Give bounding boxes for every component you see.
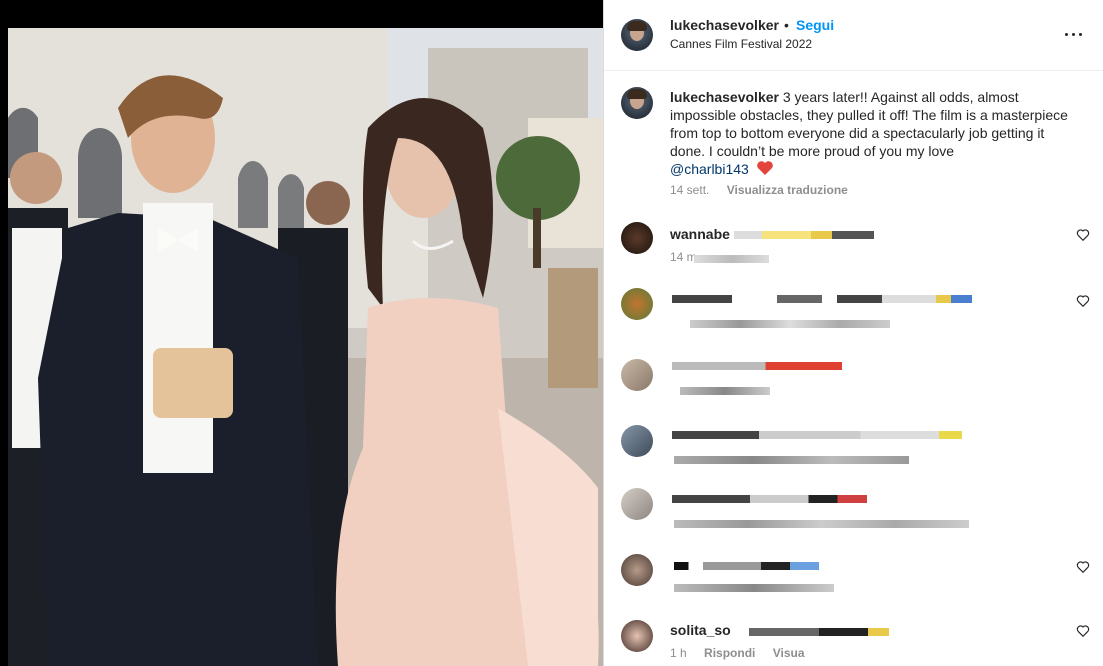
caption-avatar[interactable] bbox=[621, 87, 653, 119]
more-horizontal-icon[interactable] bbox=[1064, 24, 1084, 44]
pixelated-comment-meta bbox=[674, 584, 834, 592]
post-photo[interactable] bbox=[8, 28, 603, 666]
comment-item bbox=[604, 288, 1103, 352]
like-heart-icon[interactable] bbox=[1076, 624, 1090, 638]
commenter-avatar[interactable] bbox=[621, 425, 653, 457]
reply-button[interactable]: Rispondi bbox=[704, 646, 755, 660]
author-username[interactable]: lukechasevolker bbox=[670, 17, 779, 33]
post-media-area bbox=[0, 0, 603, 666]
commenter-avatar[interactable] bbox=[621, 620, 653, 652]
caption-username[interactable]: lukechasevolker bbox=[670, 89, 779, 105]
post-caption: lukechasevolker 3 years later!! Against … bbox=[670, 88, 1080, 180]
like-heart-icon[interactable] bbox=[1076, 228, 1090, 242]
pixelated-comment-text bbox=[672, 495, 867, 503]
commenter-avatar[interactable] bbox=[621, 288, 653, 320]
pixelated-comment-text bbox=[734, 231, 874, 239]
heart-emoji-icon bbox=[756, 160, 774, 180]
comment-time[interactable]: 1 h bbox=[670, 646, 687, 660]
pixelated-comment-text bbox=[749, 628, 889, 636]
pixelated-comment-meta bbox=[680, 387, 770, 395]
pixelated-comment-text bbox=[672, 362, 842, 370]
commenter-avatar[interactable] bbox=[621, 488, 653, 520]
follow-button[interactable]: Segui bbox=[796, 17, 834, 33]
pixelated-comment-meta bbox=[690, 320, 890, 328]
pixelated-comment-text bbox=[672, 431, 962, 439]
comment-meta: 1 h Rispondi Visua bbox=[670, 646, 805, 660]
pixelated-comment-text bbox=[674, 562, 819, 570]
comment-item bbox=[604, 554, 1103, 618]
author-avatar[interactable] bbox=[621, 19, 653, 51]
post-side-panel: lukechasevolker • Segui Cannes Film Fest… bbox=[603, 0, 1103, 666]
post-location[interactable]: Cannes Film Festival 2022 bbox=[670, 37, 812, 51]
comment-item bbox=[604, 488, 1103, 550]
pixelated-comment-meta bbox=[694, 255, 769, 263]
like-heart-icon[interactable] bbox=[1076, 294, 1090, 308]
comment-time[interactable]: 14 m bbox=[670, 250, 697, 264]
comment-item: solita_so 1 h Rispondi Visua bbox=[604, 620, 1103, 666]
like-heart-icon[interactable] bbox=[1076, 560, 1090, 574]
pixelated-comment-meta bbox=[674, 520, 969, 528]
post-header: lukechasevolker • Segui Cannes Film Fest… bbox=[604, 0, 1103, 71]
comment-item bbox=[604, 425, 1103, 487]
commenter-avatar[interactable] bbox=[621, 554, 653, 586]
comment-item: wannabe 14 m bbox=[604, 222, 1103, 286]
comment-item bbox=[604, 359, 1103, 419]
caption-meta: 14 sett. Visualizza traduzione bbox=[670, 183, 848, 197]
separator-dot: • bbox=[784, 17, 789, 33]
see-translation-link[interactable]: Visua bbox=[773, 646, 805, 660]
commenter-avatar[interactable] bbox=[621, 359, 653, 391]
caption-time[interactable]: 14 sett. bbox=[670, 183, 709, 197]
pixelated-comment-meta bbox=[674, 456, 909, 464]
commenter-avatar[interactable] bbox=[621, 222, 653, 254]
commenter-username[interactable]: solita_so bbox=[670, 622, 731, 638]
pixelated-comment-text bbox=[672, 295, 972, 303]
commenter-username[interactable]: wannabe bbox=[670, 226, 730, 242]
caption-mention[interactable]: @charlbi143 bbox=[670, 161, 749, 177]
see-translation-link[interactable]: Visualizza traduzione bbox=[727, 183, 848, 197]
